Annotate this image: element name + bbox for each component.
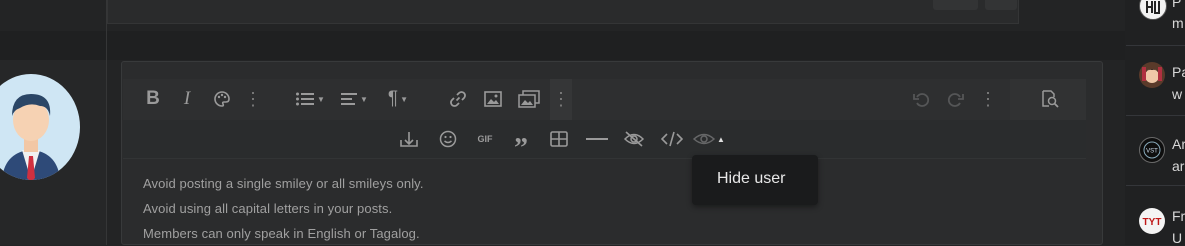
chevron-down-icon: ▼ xyxy=(317,94,325,104)
sidebar-item-1-line2: m xyxy=(1172,15,1184,31)
sidebar-divider xyxy=(1126,185,1185,186)
italic-icon[interactable]: I xyxy=(177,88,197,110)
table-icon[interactable] xyxy=(548,128,570,150)
sidebar-item-2-line1[interactable]: Pa xyxy=(1172,64,1185,80)
column-divider xyxy=(106,0,107,245)
link-icon[interactable] xyxy=(447,88,469,110)
svg-text:TYT: TYT xyxy=(1143,217,1162,228)
more-insert-icon[interactable]: ⋮ xyxy=(552,88,570,110)
insert-attachment-icon[interactable] xyxy=(398,128,420,150)
code-icon[interactable] xyxy=(660,128,684,150)
chevron-up-icon: ▲ xyxy=(717,134,725,144)
guideline-line-1: Avoid posting a single smiley or all smi… xyxy=(143,176,424,191)
sidebar-item-3-line2: ar xyxy=(1172,158,1185,174)
sidebar-item-3-line1[interactable]: Ar xyxy=(1172,136,1185,152)
sidebar-divider xyxy=(1126,115,1185,116)
svg-text:VST: VST xyxy=(1146,149,1158,155)
redo-icon[interactable] xyxy=(945,88,967,110)
sidebar-avatar-2[interactable] xyxy=(1139,62,1165,88)
gif-icon[interactable]: GIF xyxy=(473,128,497,150)
guideline-line-3: Members can only speak in English or Tag… xyxy=(143,226,420,241)
editor-toolbar xyxy=(123,79,1086,120)
image-icon[interactable] xyxy=(482,88,504,110)
media-gallery-icon[interactable] xyxy=(516,88,542,110)
previous-post-card xyxy=(107,0,1019,24)
sidebar-avatar-3[interactable]: VST xyxy=(1139,137,1165,163)
post-separator xyxy=(0,31,1125,60)
chevron-down-icon: ▼ xyxy=(360,94,368,104)
sidebar-avatar-4[interactable]: TYT xyxy=(1139,208,1165,234)
palette-icon[interactable] xyxy=(211,88,233,110)
spoiler-icon[interactable] xyxy=(622,128,646,150)
sidebar-avatar-1[interactable] xyxy=(1139,0,1167,20)
sidebar-item-4-line2: U xyxy=(1172,230,1183,246)
preview-icon[interactable] xyxy=(1038,88,1062,110)
sidebar-item-2-line2: w xyxy=(1172,86,1183,102)
sidebar-item-1-line1[interactable]: P xyxy=(1172,0,1181,10)
post-action-button[interactable] xyxy=(933,0,978,10)
chevron-down-icon: ▼ xyxy=(400,94,409,104)
post-action-button-2[interactable] xyxy=(985,0,1017,10)
list-icon[interactable]: ▼ xyxy=(292,88,328,110)
guideline-line-2: Avoid using all capital letters in your … xyxy=(143,201,393,216)
align-icon[interactable]: ▼ xyxy=(337,88,371,110)
smiley-icon[interactable] xyxy=(437,128,459,150)
more-options-icon[interactable]: ⋮ xyxy=(244,88,262,110)
sidebar-divider xyxy=(1126,45,1185,46)
paragraph-icon[interactable]: ¶ ▼ xyxy=(381,88,415,110)
more-history-icon[interactable]: ⋮ xyxy=(979,88,997,110)
hide-user-tooltip[interactable]: Hide user xyxy=(692,155,818,205)
hide-content-icon[interactable]: ▲ xyxy=(692,128,726,150)
bold-icon[interactable]: B xyxy=(143,88,163,110)
undo-icon[interactable] xyxy=(910,88,932,110)
quote-icon[interactable]: ” xyxy=(510,128,532,163)
sidebar-item-4-line1[interactable]: Fr xyxy=(1172,208,1185,224)
tooltip-label: Hide user xyxy=(717,170,786,187)
horizontal-line-icon[interactable] xyxy=(585,128,609,150)
